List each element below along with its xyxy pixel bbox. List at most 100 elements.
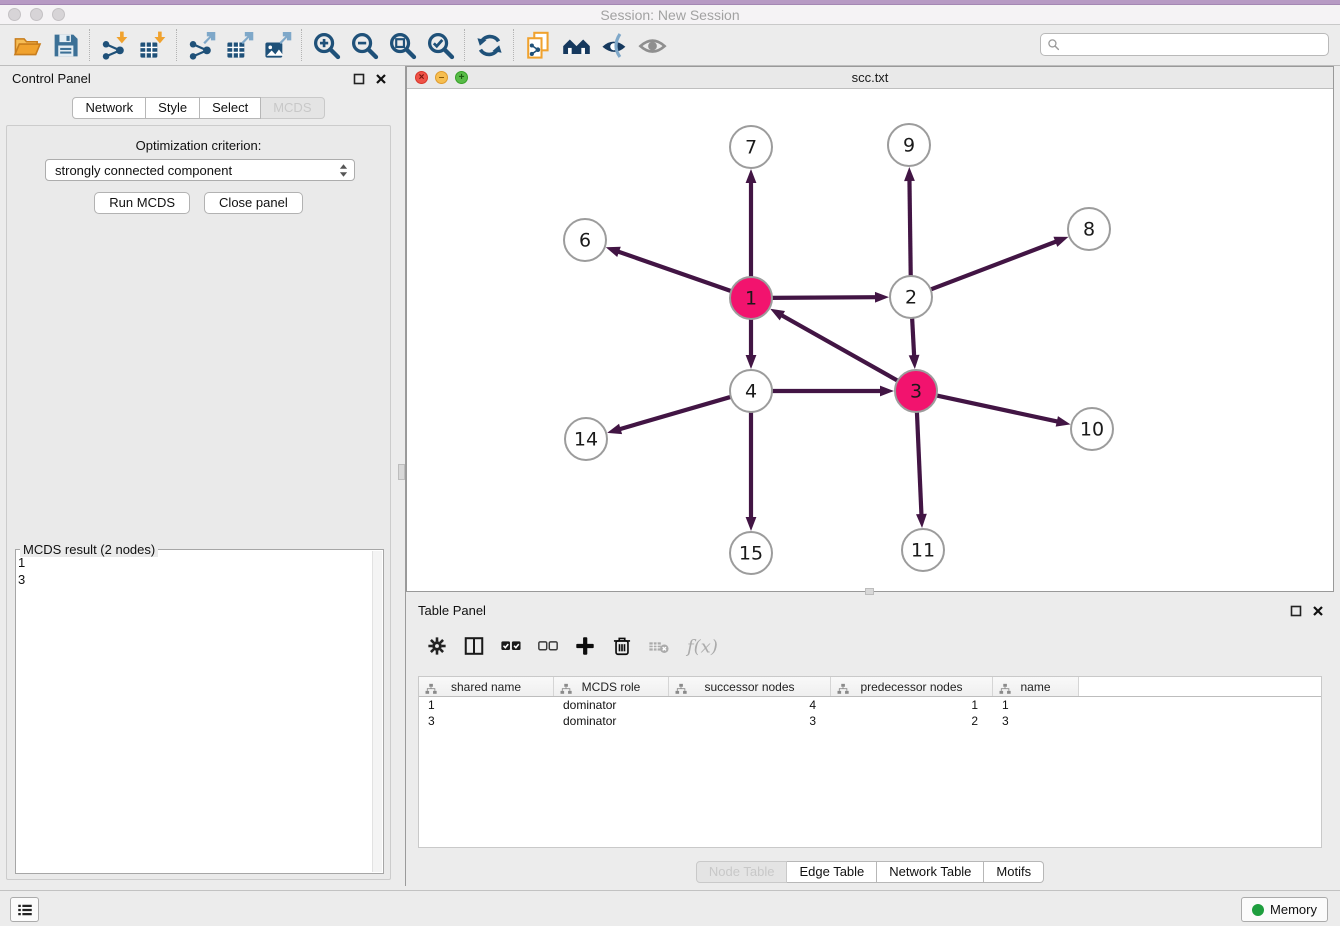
graph-node-9[interactable]: 9	[888, 124, 930, 166]
network-window-titlebar[interactable]: × – + scc.txt	[407, 67, 1333, 89]
import-table-icon[interactable]	[133, 28, 171, 62]
close-table-panel-icon[interactable]	[1312, 605, 1324, 617]
node-label: 9	[903, 135, 915, 157]
edge-2-8[interactable]	[929, 241, 1057, 290]
zoom-selected-icon[interactable]	[421, 28, 459, 62]
close-panel-icon[interactable]	[375, 73, 387, 85]
control-panel-title: Control Panel	[12, 71, 91, 86]
mcds-panel: Optimization criterion: strongly connect…	[6, 125, 391, 880]
node-label: 4	[745, 381, 757, 403]
birds-eye-view-icon[interactable]	[633, 28, 671, 62]
graph-node-3[interactable]: 3	[895, 370, 937, 412]
edge-2-9[interactable]	[909, 179, 910, 278]
export-network-icon[interactable]	[182, 28, 220, 62]
table-tab-edge-table[interactable]: Edge Table	[787, 861, 877, 883]
graph-node-11[interactable]: 11	[902, 529, 944, 571]
table-settings-icon[interactable]	[426, 633, 448, 659]
zoom-in-icon[interactable]	[307, 28, 345, 62]
graph-node-2[interactable]: 2	[890, 276, 932, 318]
table-tab-motifs[interactable]: Motifs	[984, 861, 1044, 883]
table-row[interactable]: 1dominator411	[419, 697, 1321, 713]
network-graph[interactable]: 7 9 6 8 1 2 4 3 14 10 15 11	[407, 89, 1333, 591]
mcds-result-list[interactable]: 1 3	[18, 554, 371, 871]
cell-name[interactable]: 3	[993, 713, 1079, 729]
column-sort-icon	[675, 681, 687, 701]
tab-network[interactable]: Network	[72, 97, 146, 119]
close-panel-button[interactable]: Close panel	[204, 192, 303, 214]
search-input[interactable]	[1064, 37, 1322, 53]
graph-node-14[interactable]: 14	[565, 418, 607, 460]
import-network-icon[interactable]	[95, 28, 133, 62]
cell-mcds-role[interactable]: dominator	[554, 713, 669, 729]
node-table: shared nameMCDS rolesuccessor nodesprede…	[418, 676, 1322, 848]
graph-node-6[interactable]: 6	[564, 219, 606, 261]
clone-network-icon[interactable]	[519, 28, 557, 62]
column-sort-icon	[560, 681, 572, 701]
panel-splitter[interactable]	[397, 66, 406, 886]
table-panel-title: Table Panel	[418, 603, 486, 618]
table-tab-network-table[interactable]: Network Table	[877, 861, 984, 883]
network-canvas[interactable]: 7 9 6 8 1 2 4 3 14 10 15 11	[407, 89, 1333, 591]
cell-predecessor-nodes[interactable]: 2	[831, 713, 993, 729]
graph-node-4[interactable]: 4	[730, 370, 772, 412]
graph-node-8[interactable]: 8	[1068, 208, 1110, 250]
graph-node-7[interactable]: 7	[730, 126, 772, 168]
run-mcds-button[interactable]: Run MCDS	[94, 192, 190, 214]
memory-button[interactable]: Memory	[1241, 897, 1328, 922]
tab-mcds[interactable]: MCDS	[261, 97, 324, 119]
graph-node-10[interactable]: 10	[1071, 408, 1113, 450]
edge-1-6[interactable]	[617, 251, 733, 292]
export-image-icon[interactable]	[258, 28, 296, 62]
edge-arrow-3-10	[1056, 416, 1071, 427]
tab-style[interactable]: Style	[146, 97, 200, 119]
titlebar-accent-strip	[0, 0, 1340, 5]
add-column-icon[interactable]	[574, 633, 596, 659]
table-row[interactable]: 3dominator323	[419, 713, 1321, 729]
first-neighbors-icon[interactable]	[557, 28, 595, 62]
tab-select[interactable]: Select	[200, 97, 261, 119]
save-session-icon[interactable]	[46, 28, 84, 62]
zoom-out-icon[interactable]	[345, 28, 383, 62]
task-history-button[interactable]	[10, 897, 39, 922]
edge-3-11[interactable]	[917, 410, 922, 516]
criterion-value: strongly connected component	[55, 163, 339, 178]
edge-3-1[interactable]	[781, 315, 900, 382]
cell-shared-name[interactable]: 1	[419, 697, 554, 713]
deselect-all-rows-icon[interactable]	[537, 633, 559, 659]
column-header-predecessor-nodes[interactable]: predecessor nodes	[831, 677, 993, 696]
result-scrollbar[interactable]	[372, 551, 382, 872]
split-panel-icon[interactable]	[463, 633, 485, 659]
table-tab-node-table[interactable]: Node Table	[696, 861, 788, 883]
open-file-icon[interactable]	[8, 28, 46, 62]
apply-layout-icon[interactable]	[470, 28, 508, 62]
network-resize-handle[interactable]	[865, 588, 874, 595]
cell-predecessor-nodes[interactable]: 1	[831, 697, 993, 713]
cell-successor-nodes[interactable]: 4	[669, 697, 831, 713]
search-box[interactable]	[1040, 33, 1329, 56]
export-table-icon[interactable]	[220, 28, 258, 62]
criterion-select[interactable]: strongly connected component	[45, 159, 355, 181]
delete-column-icon[interactable]	[611, 633, 633, 659]
column-header-mcds-role[interactable]: MCDS role	[554, 677, 669, 696]
graph-node-15[interactable]: 15	[730, 532, 772, 574]
edge-4-14[interactable]	[619, 396, 733, 429]
cell-shared-name[interactable]: 3	[419, 713, 554, 729]
splitter-handle[interactable]	[398, 464, 405, 480]
control-panel: Control Panel NetworkStyleSelectMCDS Opt…	[0, 68, 397, 886]
graph-node-1[interactable]: 1	[730, 277, 772, 319]
select-all-rows-icon[interactable]	[500, 633, 522, 659]
node-label: 6	[579, 230, 591, 252]
graphics-details-icon[interactable]	[595, 28, 633, 62]
column-header-shared-name[interactable]: shared name	[419, 677, 554, 696]
session-title: Session: New Session	[0, 7, 1340, 23]
edge-2-3[interactable]	[912, 316, 914, 357]
column-header-successor-nodes[interactable]: successor nodes	[669, 677, 831, 696]
table-body: 1dominator4113dominator323	[419, 697, 1321, 729]
cell-successor-nodes[interactable]: 3	[669, 713, 831, 729]
edge-3-10[interactable]	[935, 395, 1059, 422]
zoom-fit-icon[interactable]	[383, 28, 421, 62]
float-table-panel-icon[interactable]	[1290, 605, 1302, 617]
float-panel-icon[interactable]	[353, 73, 365, 85]
edge-1-2[interactable]	[770, 297, 877, 298]
column-header-name[interactable]: name	[993, 677, 1079, 696]
